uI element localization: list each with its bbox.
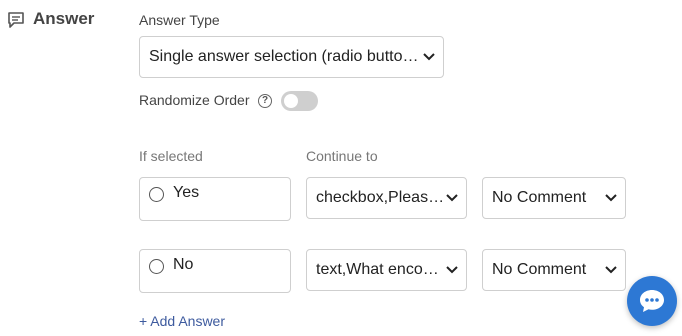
comment-select[interactable]: No Comment — [482, 249, 626, 291]
comment-value: No Comment — [492, 189, 587, 206]
continue-to-value: checkbox,Pleas… — [316, 189, 445, 206]
chevron-down-icon — [446, 194, 458, 202]
chevron-down-icon — [605, 194, 617, 202]
chevron-down-icon — [446, 266, 458, 274]
continue-to-select[interactable]: checkbox,Pleas… — [306, 177, 467, 219]
answer-label: Yes — [173, 184, 200, 201]
continue-to-header: Continue to — [306, 148, 378, 164]
answer-label: No — [173, 256, 194, 273]
help-icon[interactable]: ? — [258, 94, 272, 108]
continue-to-value: text,What enco… — [316, 261, 439, 278]
answer-type-select[interactable]: Single answer selection (radio butto… — [139, 36, 444, 78]
radio-button[interactable] — [149, 259, 164, 274]
randomize-toggle[interactable] — [281, 91, 318, 111]
chat-bubble-icon — [640, 290, 664, 312]
comment-select[interactable]: No Comment — [482, 177, 626, 219]
answer-option-no[interactable]: No — [139, 249, 291, 293]
section-title: Answer — [33, 9, 95, 28]
toggle-knob — [284, 94, 298, 108]
comment-value: No Comment — [492, 261, 587, 278]
add-answer-link[interactable]: + Add Answer — [139, 313, 225, 329]
answer-option-yes[interactable]: Yes — [139, 177, 291, 221]
chevron-down-icon — [423, 53, 435, 61]
randomize-label: Randomize Order — [139, 92, 250, 108]
if-selected-header: If selected — [139, 148, 203, 164]
radio-button[interactable] — [149, 187, 164, 202]
comment-lines-icon — [8, 12, 24, 28]
answer-type-value: Single answer selection (radio butto… — [149, 48, 419, 65]
chevron-down-icon — [605, 266, 617, 274]
answer-type-label: Answer Type — [139, 12, 220, 28]
continue-to-select[interactable]: text,What enco… — [306, 249, 467, 291]
chat-button[interactable] — [627, 276, 677, 326]
